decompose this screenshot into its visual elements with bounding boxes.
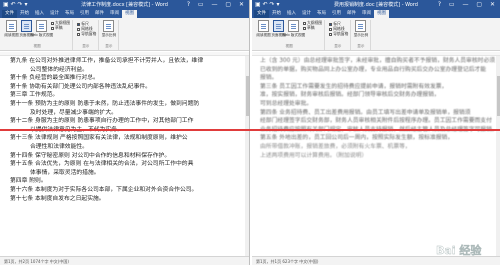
web-layout-icon [288,20,299,32]
right-ribbon-tabs: 文件 开始 插入 设计 布局 引用 邮件 审阅 视图 [252,10,500,18]
left-zoom-button[interactable]: 显示比例 [101,20,116,38]
left-ribbon: 阅读视图 页面视图 Web 版式视图 大纲视图 草稿 视图 标尺 网格线 导航窗… [0,18,249,51]
doc-paragraph: 第十条 负经营的最全面推行对总。 [10,75,99,82]
left-zoom-group-label: 显示 [105,44,113,48]
doc-paragraph: 上（含 300 元）由总经理审批签字，未经审批，擅自购买者不予报销，财务人员审核… [260,58,496,64]
right-nav-pane-checkbox[interactable]: 导航窗格 [329,31,348,36]
doc-paragraph: 可到总经理处审批。 [260,100,313,107]
right-window-controls[interactable]: ? ▭ — ▢ ✕ [438,0,498,10]
right-tab-layout[interactable]: 布局 [314,10,329,18]
left-tab-review[interactable]: 审阅 [107,10,122,18]
left-word-window: ▣ ↶ ↷ ▾ 法律工作制度.docx [兼容模式] - Word ? ▭ — … [0,0,250,265]
zoom-icon [103,20,115,32]
right-zoom-group: 显示比例 显示 [351,20,372,50]
right-tab-insert[interactable]: 插入 [284,10,299,18]
right-tab-mailings[interactable]: 邮件 [344,10,359,18]
doc-paragraph: 第十二条 身服为主的原则 防患事项自行办理的工作中，对其他部门工作 [10,118,194,125]
doc-paragraph: 第十条 协助有关部门处理公司内部各种违法乱纪事件。 [10,83,151,90]
right-views-group-label: 视图 [285,44,293,48]
right-show-group-label: 显示 [334,44,342,48]
left-ribbon-tabs: 文件 开始 插入 设计 布局 引用 邮件 审阅 视图 [0,10,249,18]
doc-paragraph: 第十六条 本制度为对于实际各公司本部，下属企业和对外合资合作公司。 [10,186,198,193]
print-layout-icon [273,20,284,32]
left-window-controls[interactable]: ? ▭ — ▢ ✕ [187,0,247,10]
left-views-group: 阅读视图 页面视图 Web 版式视图 大纲视图 草稿 视图 [2,20,74,50]
doc-paragraph: 业务招待费应按照有关部门规定，审核人员支持报销，然后经主管人员及总经理签字可报销… [260,126,496,133]
doc-paragraph: 公司整体的经济利益。 [30,66,88,73]
left-tab-layout[interactable]: 布局 [62,10,77,18]
doc-paragraph: 准，按实报销，财务审核后报销。经部门领导审核后交财务办理报销， [260,92,440,99]
left-tab-view[interactable]: 视图 [122,10,137,18]
doc-paragraph: 第四条 业务招待费、员工出差费用报销。由员工填写出差申请单及报销单，报销须 [260,109,471,116]
left-tab-insert[interactable]: 插入 [32,10,47,18]
doc-paragraph: 第三章 工作规范。 [10,92,59,99]
right-scroll-thumb[interactable] [496,76,500,116]
right-vertical-scrollbar[interactable] [496,56,500,256]
doc-paragraph: 及时处理，尽量减少事端的扩大。 [30,109,117,116]
left-tab-design[interactable]: 设计 [47,10,62,18]
doc-paragraph: 报销。 [260,75,278,82]
doc-paragraph: 第十五条 合法优先，为原则 在与法律相关的合法，对公司所工作中的具 [10,161,194,168]
zoom-icon [355,20,367,32]
left-nav-pane-checkbox[interactable]: 导航窗格 [77,31,96,36]
left-zoom-group: 显示比例 显示 [99,20,120,50]
left-show-group: 标尺 网格线 导航窗格 显示 [73,20,100,50]
right-tab-file[interactable]: 文件 [254,10,269,18]
watermark-text: Bai 经验 [436,243,482,257]
doc-paragraph: 第十四条 保守秘密原则 对公司中合作的信息和材料保存作护。 [10,152,171,159]
right-zoom-group-label: 显示 [357,44,365,48]
doc-paragraph: 第十三条 法律规则 严格按照国家有关法律，法规和制度原则，维护公 [10,135,188,142]
left-tab-file[interactable]: 文件 [2,10,17,18]
left-show-group-label: 显示 [82,44,90,48]
left-tab-references[interactable]: 引用 [77,10,92,18]
right-tab-review[interactable]: 审阅 [359,10,374,18]
right-tab-design[interactable]: 设计 [299,10,314,18]
left-tab-mailings[interactable]: 邮件 [92,10,107,18]
right-tab-view[interactable]: 视图 [374,10,389,18]
left-web-layout-button[interactable]: Web 版式视图 [30,20,53,38]
left-scroll-thumb[interactable] [245,76,249,116]
doc-paragraph: 由所带借款冲账，报销差旅费，必须附有火车票、机票等， [260,143,411,150]
right-ribbon: 阅读视图 页面视图 Web 版式视图 大纲视图 草稿 视图 标尺 网格线 导航窗… [252,18,500,51]
read-mode-icon [258,20,269,32]
doc-paragraph: 第十七条 本制度自发布之日起实施。 [10,195,105,202]
right-web-layout-button[interactable]: Web 版式视图 [282,20,305,38]
print-layout-icon [21,20,32,32]
left-document-area[interactable]: 第九条 在公司对外推进律师工作，推备公司承担不计劳并人，且依法，维律 公司整体的… [0,52,249,265]
left-vertical-scrollbar[interactable] [245,56,249,256]
right-document-area[interactable]: 上（含 300 元）由总经理审批签字，未经审批，擅自购买者不予报销，财务人员审核… [252,52,500,265]
doc-paragraph: 第四章 附则。 [10,178,47,185]
left-draft-option[interactable]: 草稿 [51,25,70,30]
doc-paragraph: 第三条 员工因工作需要发生的招待费应提前申请，报销时需附有效发票， [260,83,448,90]
left-status-bar: 第1页，共2页 1074个字 中文(中国) [0,256,249,265]
right-read-mode-button[interactable]: 阅读视图 [256,20,271,38]
left-tab-home[interactable]: 开始 [17,10,32,18]
right-document-body[interactable]: 上（含 300 元）由总经理审批签字，未经审批，擅自购买者不予报销，财务人员审核… [252,56,500,160]
read-mode-icon [6,20,17,32]
doc-paragraph: 第五条 外地出差的，员工回公司后一周内，按照实际发生额，按标准报销， [260,135,454,142]
right-views-group: 阅读视图 页面视图 Web 版式视图 大纲视图 草稿 视图 [254,20,326,50]
doc-paragraph: 上述两项费用可以计算费用。（附加说明） [260,152,368,159]
baidu-jingyan-watermark-icon: Bai 经验 [436,243,483,257]
right-title-bar: ▣ ↶ ↷ ▾ 费用报销制度.doc [兼容模式] - Word ? ▭ — ▢… [252,0,500,10]
left-title-bar: ▣ ↶ ↷ ▾ 法律工作制度.docx [兼容模式] - Word ? ▭ — … [0,0,249,10]
doc-paragraph: 第九条 在公司对外推进律师工作，推备公司承担不计劳并人，且依法，维律 [10,58,204,64]
right-show-group: 标尺 网格线 导航窗格 显示 [325,20,352,50]
left-views-group-label: 视图 [33,44,41,48]
doc-paragraph: 体事情，采取灵活的措施。 [30,169,100,176]
doc-paragraph: 已收到的单据，购买物品同上办公室办理，专业用品自行购买后交办公室办理登记后才能 [260,66,487,73]
doc-paragraph: 合理性和法律效能性。 [30,143,88,150]
right-tab-references[interactable]: 引用 [329,10,344,18]
doc-paragraph: 以提供法律意见为主，不代为实务。 [30,126,123,133]
left-read-mode-button[interactable]: 阅读视图 [4,20,19,38]
right-draft-option[interactable]: 草稿 [303,25,322,30]
left-document-body[interactable]: 第九条 在公司对外推进律师工作，推备公司承担不计劳并人，且依法，维律 公司整体的… [0,56,249,203]
doc-paragraph: 第十一条 预防为主的原则 防患于未然，防止违法事件的发生，做到问题防 [10,100,200,107]
web-layout-icon [36,20,47,32]
right-word-window: ▣ ↶ ↷ ▾ 费用报销制度.doc [兼容模式] - Word ? ▭ — ▢… [252,0,500,265]
right-zoom-button[interactable]: 显示比例 [353,20,368,38]
right-tab-home[interactable]: 开始 [269,10,284,18]
doc-paragraph: 经部门经理签字后交财务部，财务人员审核相关附件后按程序办理。员工因工作需要而支付 [260,118,492,125]
